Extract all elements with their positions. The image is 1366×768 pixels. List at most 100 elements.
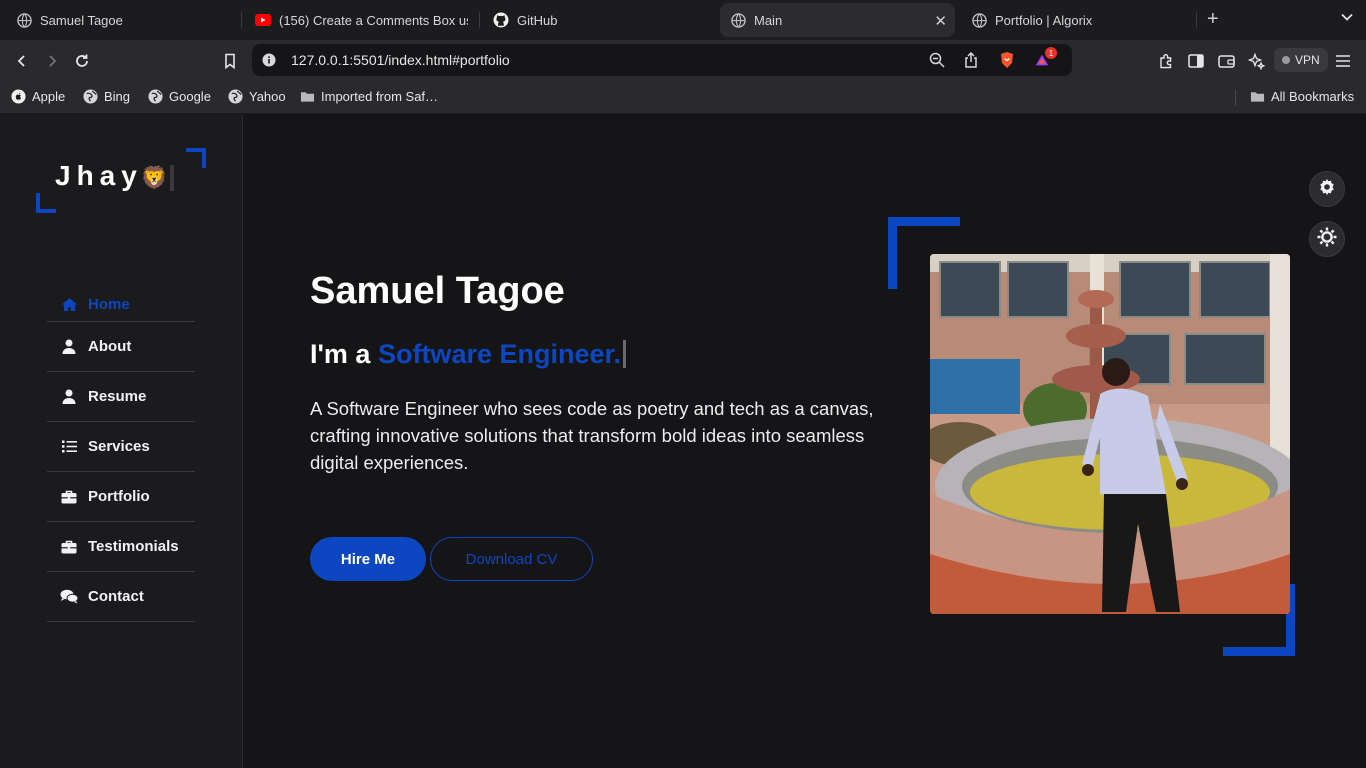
sidebar-item-contact[interactable]: Contact: [47, 572, 195, 622]
hero-role-prefix: I'm a: [310, 339, 378, 369]
tab-title: (156) Create a Comments Box usi: [279, 12, 468, 28]
bookmark-label: Apple: [32, 89, 66, 104]
theme-toggle-button[interactable]: [1309, 221, 1345, 257]
typing-cursor: [170, 164, 175, 191]
sidebar-item-label: Contact: [88, 588, 144, 605]
download-cv-button[interactable]: Download CV: [430, 537, 593, 581]
wallet-icon[interactable]: [1216, 51, 1236, 71]
tab-separator: [241, 12, 242, 28]
browser-tab-bar: Samuel Tagoe (156) Create a Comments Box…: [0, 0, 1366, 40]
user-icon: [59, 389, 79, 405]
tab-title: GitHub: [517, 12, 558, 28]
sidebar-item-portfolio[interactable]: Portfolio: [47, 472, 195, 522]
all-bookmarks-button[interactable]: All Bookmarks: [1250, 89, 1354, 104]
tab-title: Portfolio | Algorix: [995, 12, 1093, 28]
globe-icon: [16, 12, 32, 28]
tab-title: Main: [754, 12, 783, 28]
github-icon: [493, 12, 509, 28]
hero-role: I'm a Software Engineer.: [310, 339, 627, 370]
globe-icon: [148, 89, 163, 104]
chevron-down-icon[interactable]: [1340, 10, 1354, 24]
folder-icon: [1250, 89, 1265, 104]
address-bar[interactable]: 127.0.0.1:5501/index.html#portfolio 1: [252, 44, 1072, 76]
forward-button[interactable]: [42, 51, 62, 71]
user-icon: [59, 339, 79, 355]
leo-ai-icon[interactable]: [1246, 51, 1266, 71]
sidebar-item-label: Portfolio: [88, 488, 150, 505]
comments-icon: [59, 589, 79, 605]
sidebar-item-label: About: [88, 338, 132, 355]
back-button[interactable]: [12, 51, 32, 71]
sidebar-item-testimonials[interactable]: Testimonials: [47, 522, 195, 572]
tab-main-active[interactable]: Main ✕: [720, 3, 955, 37]
vpn-label: VPN: [1295, 53, 1320, 67]
zoom-icon[interactable]: [929, 52, 945, 68]
hero-name: Samuel Tagoe: [310, 270, 565, 312]
tab-github[interactable]: GitHub: [493, 3, 693, 37]
gear-icon: [1318, 178, 1336, 201]
close-icon[interactable]: ✕: [934, 12, 947, 30]
bookmark-label: Imported from Saf…: [321, 89, 439, 104]
sun-icon: [1317, 227, 1337, 252]
sidebar: Jhay🦁 Home About Resume Services Portfol…: [0, 115, 243, 768]
bookmark-label: Yahoo: [249, 89, 286, 104]
reload-button[interactable]: [72, 51, 92, 71]
sidebar-nav: Home About Resume Services Portfolio Tes…: [47, 287, 195, 622]
hero-description: A Software Engineer who sees code as poe…: [310, 398, 874, 473]
tab-youtube[interactable]: (156) Create a Comments Box usi: [255, 3, 468, 37]
settings-button[interactable]: [1309, 171, 1345, 207]
brave-shields-icon[interactable]: [999, 52, 1015, 68]
url-text: 127.0.0.1:5501/index.html#portfolio: [291, 52, 510, 68]
globe-icon: [971, 12, 987, 28]
briefcase-icon: [59, 489, 79, 505]
sidebar-item-label: Services: [88, 438, 150, 455]
menu-icon[interactable]: [1333, 51, 1353, 71]
bookmarks-separator: [1235, 90, 1236, 106]
globe-icon: [83, 89, 98, 104]
home-icon: [59, 296, 79, 312]
browser-toolbar: 127.0.0.1:5501/index.html#portfolio 1 VP…: [0, 40, 1366, 82]
youtube-icon: [255, 12, 271, 28]
share-icon[interactable]: [963, 52, 979, 68]
extensions-icon[interactable]: [1156, 51, 1176, 71]
bookmark-folder-imported[interactable]: Imported from Saf…: [300, 89, 438, 104]
sidebar-item-about[interactable]: About: [47, 322, 195, 372]
bookmark-google[interactable]: Google: [148, 89, 211, 104]
globe-icon: [228, 89, 243, 104]
page-content: Jhay🦁 Home About Resume Services Portfol…: [0, 115, 1366, 768]
sidebar-item-label: Resume: [88, 388, 147, 405]
bookmark-label: All Bookmarks: [1271, 89, 1355, 104]
apple-icon: [11, 89, 26, 104]
site-logo[interactable]: Jhay🦁: [55, 160, 175, 192]
sidebar-item-resume[interactable]: Resume: [47, 372, 195, 422]
tab-samuel-tagoe[interactable]: Samuel Tagoe: [16, 3, 226, 37]
bookmark-label: Google: [169, 89, 211, 104]
sidebar-item-label: Home: [88, 296, 130, 313]
tab-separator: [1196, 12, 1197, 28]
vpn-button[interactable]: VPN: [1274, 48, 1328, 72]
bookmark-label: Bing: [104, 89, 131, 104]
lion-emoji-icon: 🦁: [140, 165, 169, 190]
tab-portfolio-algorix[interactable]: Portfolio | Algorix: [971, 3, 1181, 37]
bookmark-apple[interactable]: Apple: [11, 89, 65, 104]
vpn-status-dot: [1282, 56, 1290, 64]
tab-title: Samuel Tagoe: [40, 12, 123, 28]
new-tab-button[interactable]: +: [1207, 8, 1219, 30]
bookmark-icon[interactable]: [220, 51, 240, 71]
sidebar-item-home[interactable]: Home: [47, 287, 195, 322]
hire-me-button[interactable]: Hire Me: [310, 537, 426, 581]
hero-role-accent: Software Engineer.: [377, 339, 622, 369]
info-icon[interactable]: [261, 52, 277, 68]
logo-bracket-decoration: [186, 148, 206, 168]
sidebar-toggle-icon[interactable]: [1186, 51, 1206, 71]
sidebar-item-services[interactable]: Services: [47, 422, 195, 472]
bookmarks-bar: Apple Bing Google Yahoo Imported from Sa…: [0, 82, 1366, 114]
logo-text: Jhay: [55, 160, 143, 191]
globe-icon: [730, 12, 746, 28]
tab-separator: [479, 12, 480, 28]
bookmark-bing[interactable]: Bing: [83, 89, 130, 104]
rewards-badge: 1: [1045, 47, 1057, 59]
profile-photo: [930, 254, 1290, 614]
typing-cursor: [623, 340, 627, 368]
bookmark-yahoo[interactable]: Yahoo: [228, 89, 286, 104]
